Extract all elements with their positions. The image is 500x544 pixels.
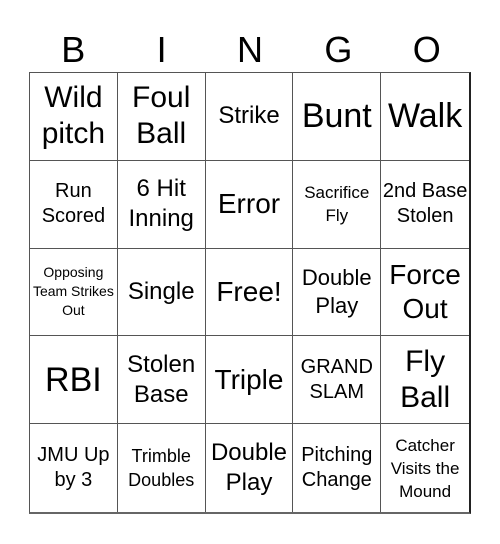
free-space-label: Free! <box>216 275 282 307</box>
cell-label: Trimble Doubles <box>128 446 195 491</box>
cell-label: Strike <box>218 102 280 130</box>
cell-label: Foul Ball <box>132 81 191 151</box>
cell-label: Stolen Base <box>127 350 196 408</box>
bingo-cell[interactable]: Force Out <box>381 249 469 337</box>
bingo-cell[interactable]: Double Play <box>206 424 294 512</box>
header-letter-o: O <box>412 29 441 70</box>
bingo-cell[interactable]: Single <box>117 248 206 337</box>
bingo-cell[interactable]: Error <box>205 160 294 249</box>
cell-label: Run Scored <box>41 180 106 228</box>
bingo-cell[interactable]: Double Play <box>293 248 382 337</box>
bingo-cell[interactable]: 2nd Base Stolen <box>381 161 469 249</box>
bingo-cell[interactable]: Foul Ball <box>117 73 206 161</box>
cell-label: Catcher Visits the Mound <box>390 435 460 501</box>
cell-label: Single <box>127 277 195 305</box>
bingo-cell[interactable]: 6 Hit Inning <box>117 160 206 249</box>
cell-label: Walk <box>387 97 463 136</box>
cell-label: Bunt <box>301 97 372 136</box>
cell-label: Force Out <box>389 258 461 324</box>
header-letter-n: N <box>236 29 263 70</box>
bingo-cell[interactable]: Strike <box>205 73 294 161</box>
cell-label: Sacrifice Fly <box>304 183 370 226</box>
bingo-grid: Wild pitch Foul Ball Strike Bunt Walk Ru… <box>29 72 471 514</box>
cell-label: 6 Hit Inning <box>128 175 194 233</box>
cell-label: Fly Ball <box>400 344 451 414</box>
bingo-cell[interactable]: Pitching Change <box>293 424 382 512</box>
free-space-cell[interactable]: Free! <box>205 248 294 337</box>
bingo-cell[interactable]: Trimble Doubles <box>118 424 206 512</box>
cell-label: Double Play <box>210 439 288 497</box>
bingo-cell[interactable]: Catcher Visits the Mound <box>381 424 469 512</box>
cell-label: Wild pitch <box>41 81 106 151</box>
bingo-cell[interactable]: Walk <box>381 73 469 161</box>
cell-label: Pitching Change <box>301 444 373 492</box>
bingo-cell[interactable]: Wild pitch <box>30 73 118 161</box>
bingo-cell[interactable]: JMU Up by 3 <box>30 424 118 512</box>
bingo-cell[interactable]: GRAND SLAM <box>293 336 382 425</box>
cell-label: GRAND SLAM <box>300 355 373 403</box>
cell-label: Error <box>217 188 281 220</box>
header-letter-b: B <box>61 29 86 70</box>
cell-label: Triple <box>214 363 284 395</box>
bingo-cell[interactable]: Run Scored <box>30 160 118 249</box>
bingo-cell[interactable]: Opposing Team Strikes Out <box>30 248 118 337</box>
header-letter-g: G <box>324 29 353 70</box>
cell-label: Double Play <box>301 264 372 318</box>
cell-label: JMU Up by 3 <box>37 444 110 492</box>
bingo-cell[interactable]: Triple <box>205 336 294 425</box>
bingo-cell[interactable]: Bunt <box>293 73 382 161</box>
header-letter-i: I <box>156 29 167 70</box>
bingo-cell[interactable]: Stolen Base <box>117 336 206 425</box>
bingo-cell[interactable]: Fly Ball <box>381 336 469 425</box>
cell-label: 2nd Base Stolen <box>382 180 468 228</box>
cell-label: RBI <box>45 360 102 399</box>
cell-label: Opposing Team Strikes Out <box>32 264 114 319</box>
bingo-cell[interactable]: Sacrifice Fly <box>293 160 382 249</box>
bingo-header: B I N G O <box>29 28 471 72</box>
bingo-cell[interactable]: RBI <box>30 336 118 425</box>
